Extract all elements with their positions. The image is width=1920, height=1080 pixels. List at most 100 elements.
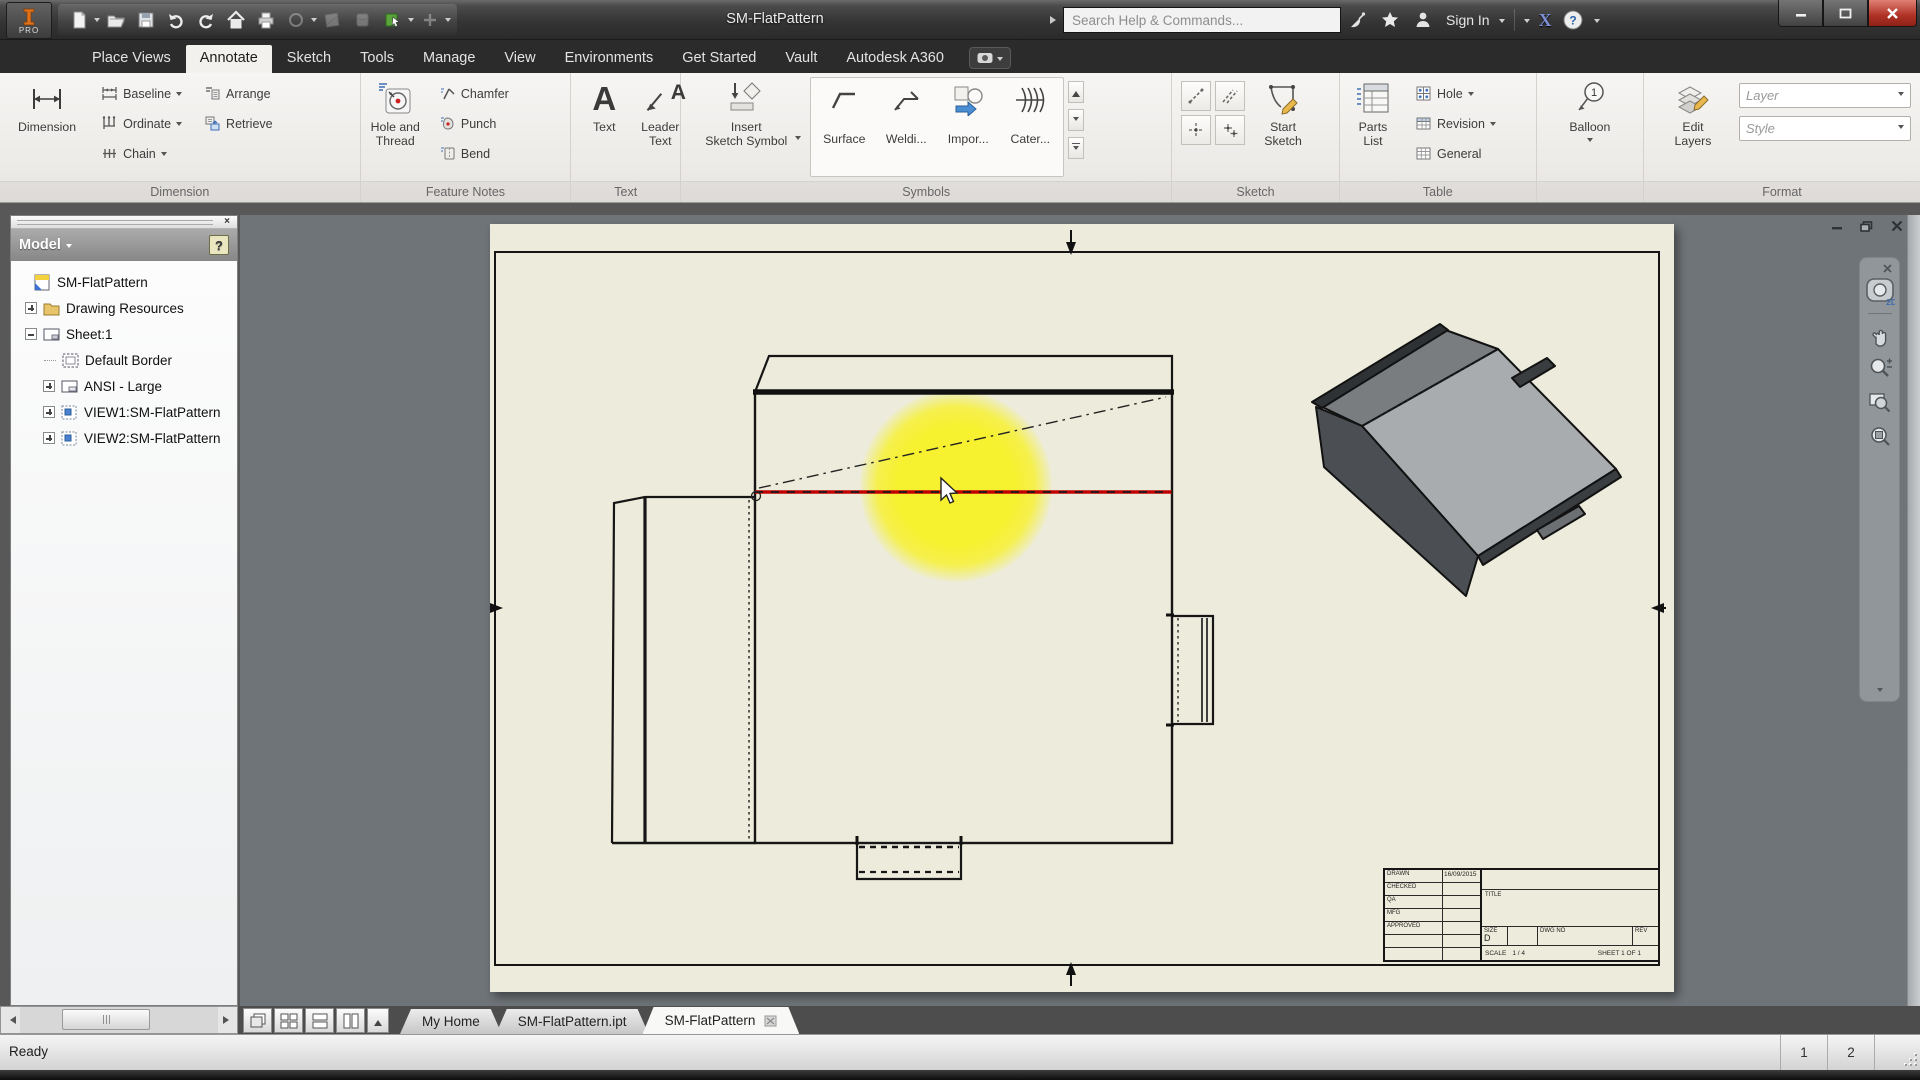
hole-table-button[interactable]: Hole bbox=[1411, 80, 1500, 107]
tab-part-file[interactable]: SM-FlatPattern.ipt bbox=[496, 1009, 649, 1034]
tree-item-ansi-large[interactable]: ANSI - Large bbox=[19, 373, 237, 399]
cascade-windows-button[interactable] bbox=[243, 1008, 272, 1033]
general-table-button[interactable]: General bbox=[1411, 140, 1500, 167]
balloon-button[interactable]: 1 Balloon bbox=[1562, 77, 1618, 179]
search-expand-arrow[interactable] bbox=[1050, 16, 1060, 24]
panel-label-format[interactable]: Format bbox=[1644, 181, 1920, 202]
expand-icon[interactable] bbox=[43, 432, 55, 444]
browser-title[interactable]: Model bbox=[19, 237, 61, 253]
expand-icon[interactable] bbox=[43, 380, 55, 392]
tab-get-started[interactable]: Get Started bbox=[668, 45, 770, 73]
expand-tabs-button[interactable] bbox=[367, 1008, 389, 1033]
tab-state-icon[interactable] bbox=[764, 1015, 777, 1027]
welding-symbol-button[interactable]: Weldi... bbox=[875, 80, 937, 146]
panel-label-feature-notes[interactable]: Feature Notes bbox=[361, 181, 571, 202]
insert-sketch-symbol-button[interactable]: Insert Sketch Symbol bbox=[686, 77, 806, 179]
tree-item-drawing-resources[interactable]: Drawing Resources bbox=[19, 295, 237, 321]
tab-manage[interactable]: Manage bbox=[409, 45, 489, 73]
doc-restore-button[interactable] bbox=[1859, 219, 1874, 233]
sign-in-button[interactable] bbox=[1411, 8, 1435, 32]
gallery-scroll-down-button[interactable] bbox=[1068, 109, 1084, 131]
application-menu-button[interactable]: PRO bbox=[6, 2, 52, 39]
start-sketch-button[interactable]: Start Sketch bbox=[1255, 77, 1311, 179]
new-dropdown-caret[interactable] bbox=[94, 18, 100, 25]
text-button[interactable]: A Text bbox=[576, 77, 632, 179]
save-button[interactable] bbox=[131, 6, 160, 34]
browser-dropdown-caret[interactable] bbox=[66, 244, 72, 251]
ordinate-dropdown-caret[interactable] bbox=[176, 122, 182, 129]
tab-my-home[interactable]: My Home bbox=[400, 1009, 502, 1034]
screencast-button[interactable] bbox=[969, 47, 1011, 69]
tab-vault[interactable]: Vault bbox=[771, 45, 831, 73]
gallery-scroll-up-button[interactable] bbox=[1068, 81, 1084, 103]
dimension-button[interactable]: Dimension bbox=[13, 77, 81, 179]
tab-tools[interactable]: Tools bbox=[346, 45, 408, 73]
panel-label-symbols[interactable]: Symbols bbox=[681, 181, 1171, 202]
exchange-apps-icon[interactable]: X bbox=[1539, 10, 1552, 31]
balloon-caret[interactable] bbox=[1587, 138, 1593, 145]
sign-in-dropdown-caret[interactable] bbox=[1499, 19, 1505, 26]
print-button[interactable] bbox=[251, 6, 280, 34]
select-dropdown-caret[interactable] bbox=[408, 18, 414, 25]
panel-label-sketch[interactable]: Sketch bbox=[1172, 181, 1339, 202]
point-tool-button[interactable] bbox=[1181, 115, 1211, 145]
tree-item-view1[interactable]: VIEW1:SM-FlatPattern bbox=[19, 399, 237, 425]
retrieve-button[interactable]: Retrieve bbox=[200, 110, 277, 137]
tab-autodesk-a360[interactable]: Autodesk A360 bbox=[832, 45, 958, 73]
canvas-vertical-scrollbar[interactable] bbox=[1907, 215, 1920, 1006]
construction-line-tool-button[interactable] bbox=[1215, 81, 1245, 111]
scroll-right-button[interactable] bbox=[218, 1007, 237, 1033]
caterpillar-button[interactable]: Cater... bbox=[999, 80, 1061, 146]
scrollbar-track[interactable] bbox=[20, 1007, 218, 1033]
zoom-all-button[interactable] bbox=[1864, 420, 1896, 454]
doc-minimize-button[interactable] bbox=[1829, 219, 1844, 233]
revision-table-caret[interactable] bbox=[1490, 122, 1496, 129]
edit-layers-button[interactable]: Edit Layers bbox=[1665, 77, 1721, 179]
hole-table-caret[interactable] bbox=[1468, 92, 1474, 99]
bend-button[interactable]: Bend bbox=[435, 140, 513, 167]
new-document-button[interactable] bbox=[64, 6, 93, 34]
tab-place-views[interactable]: Place Views bbox=[78, 45, 185, 73]
scroll-left-button[interactable] bbox=[1, 1007, 20, 1033]
qat-overflow-caret[interactable] bbox=[445, 18, 451, 25]
undo-button[interactable] bbox=[161, 6, 190, 34]
arrange-button[interactable]: Arrange bbox=[200, 80, 277, 107]
search-input[interactable] bbox=[1063, 7, 1341, 33]
doc-close-button[interactable] bbox=[1889, 219, 1904, 233]
steering-wheel-button[interactable]: 2D bbox=[1864, 275, 1896, 309]
import-symbol-button[interactable]: Impor... bbox=[937, 80, 999, 146]
surface-texture-button[interactable]: Surface bbox=[813, 80, 875, 146]
tab-annotate[interactable]: Annotate bbox=[186, 45, 272, 73]
chain-dropdown-caret[interactable] bbox=[161, 152, 167, 159]
chamfer-button[interactable]: Chamfer bbox=[435, 80, 513, 107]
sign-in-label[interactable]: Sign In bbox=[1446, 12, 1490, 28]
add-command-button[interactable] bbox=[415, 6, 444, 34]
favorites-button[interactable] bbox=[1378, 8, 1402, 32]
chain-button[interactable]: Chain bbox=[97, 140, 186, 167]
drawing-sheet[interactable]: DRAWN16/09/2015 CHECKED QA MFG APPROVED … bbox=[490, 224, 1674, 992]
tree-item-sheet1[interactable]: Sheet:1 bbox=[19, 321, 237, 347]
browser-help-button[interactable]: ? bbox=[209, 235, 229, 255]
select-button[interactable] bbox=[378, 6, 407, 34]
tab-drawing-file[interactable]: SM-FlatPattern bbox=[643, 1007, 800, 1034]
screencast-dropdown-caret[interactable] bbox=[997, 57, 1003, 64]
panel-label-text[interactable]: Text bbox=[571, 181, 680, 202]
pan-button[interactable] bbox=[1864, 318, 1896, 352]
tab-sketch[interactable]: Sketch bbox=[273, 45, 345, 73]
tile-vertical-button[interactable] bbox=[336, 1008, 365, 1033]
tree-item-root[interactable]: SM-FlatPattern bbox=[19, 269, 237, 295]
scrollbar-thumb[interactable] bbox=[62, 1009, 150, 1030]
baseline-button[interactable]: Baseline bbox=[97, 80, 186, 107]
exchange-dropdown-caret[interactable] bbox=[1524, 19, 1530, 26]
parts-list-button[interactable]: Parts List bbox=[1345, 77, 1401, 179]
expand-icon[interactable] bbox=[43, 406, 55, 418]
punch-button[interactable]: Punch bbox=[435, 110, 513, 137]
baseline-dropdown-caret[interactable] bbox=[176, 92, 182, 99]
redo-button[interactable] bbox=[191, 6, 220, 34]
help-button[interactable]: ? bbox=[1561, 8, 1585, 32]
panel-label-table[interactable]: Table bbox=[1340, 181, 1536, 202]
panel-grip[interactable]: × bbox=[11, 216, 237, 229]
browser-horizontal-scrollbar[interactable] bbox=[0, 1006, 238, 1034]
drawing-canvas[interactable]: 2D bbox=[240, 215, 1920, 1006]
ordinate-button[interactable]: Ordinate bbox=[97, 110, 186, 137]
